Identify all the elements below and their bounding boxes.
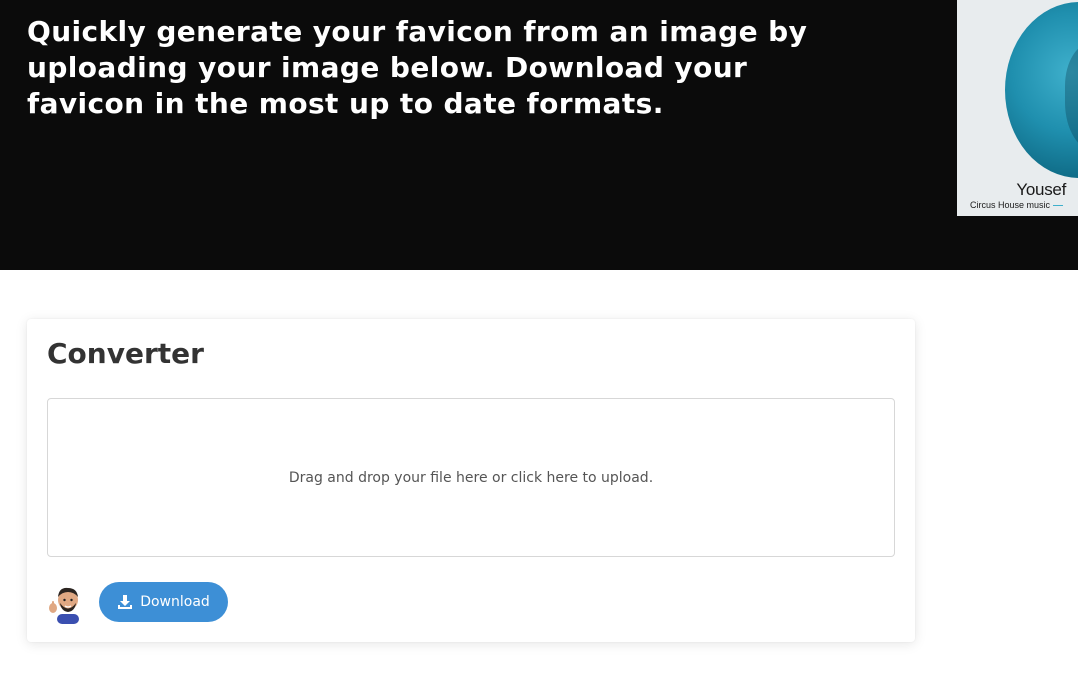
memoji-avatar-icon [47, 584, 85, 624]
ad-subtitle: Circus House music [970, 200, 1051, 210]
hero-banner: Quickly generate your favicon from an im… [0, 0, 1078, 270]
converter-title: Converter [47, 337, 204, 370]
file-dropzone[interactable]: Drag and drop your file here or click he… [47, 398, 895, 557]
ad-banner[interactable]: Yousef Circus House music [957, 0, 1078, 216]
converter-card: Converter Drag and drop your file here o… [27, 319, 915, 642]
hero-headline: Quickly generate your favicon from an im… [27, 15, 808, 120]
download-button-label: Download [140, 594, 210, 610]
ad-subtitle-row: Circus House music [970, 200, 1064, 210]
ad-accent-line [1053, 205, 1064, 207]
ad-artist-name: Yousef [1016, 180, 1066, 199]
ad-portrait-face [1065, 42, 1078, 152]
download-button[interactable]: Download [99, 582, 228, 622]
ad-portrait-image [1005, 2, 1078, 178]
download-icon [117, 594, 133, 610]
dropzone-label: Drag and drop your file here or click he… [288, 469, 654, 486]
